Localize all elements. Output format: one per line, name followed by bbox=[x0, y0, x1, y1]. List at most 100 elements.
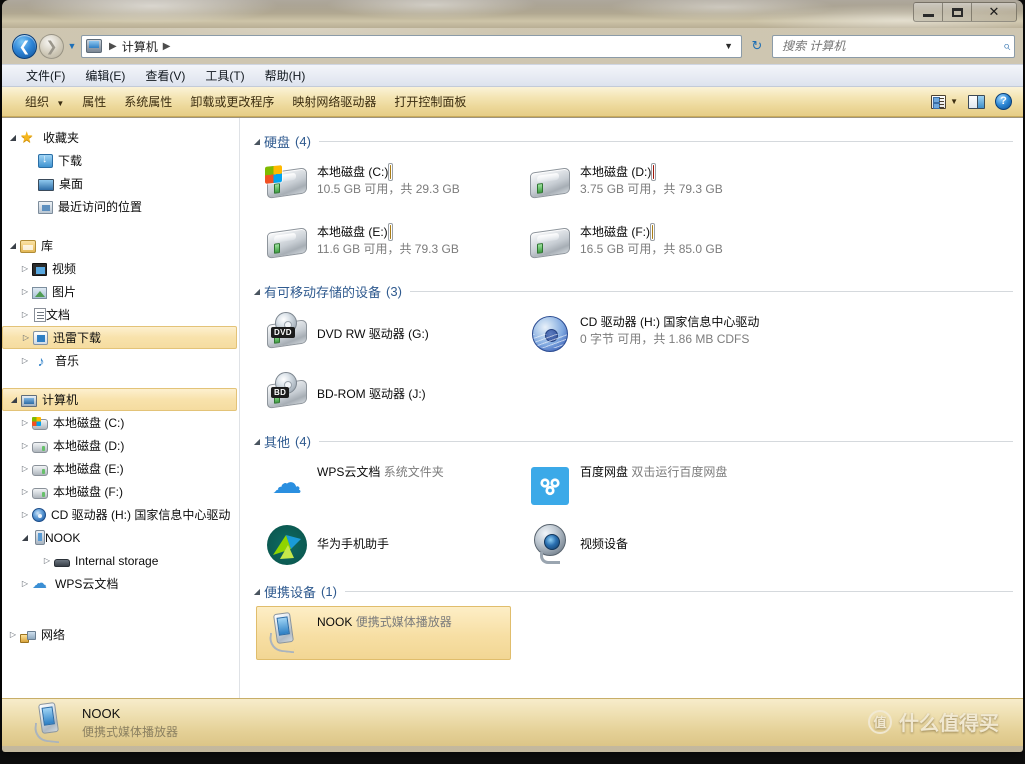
close-button[interactable]: ✕ bbox=[971, 2, 1017, 22]
item-subtitle: 系统文件夹 bbox=[383, 465, 444, 479]
recent-locations-button[interactable]: ▼ bbox=[65, 41, 79, 51]
expander-icon[interactable]: ▷ bbox=[18, 264, 32, 273]
sidebar-label: 网络 bbox=[41, 628, 66, 642]
menu-item-edit[interactable]: 编辑(E) bbox=[75, 65, 135, 86]
help-button[interactable]: ? bbox=[990, 91, 1017, 112]
expander-icon[interactable]: ▷ bbox=[19, 333, 33, 342]
sidebar-item-drive-d[interactable]: ▷ 本地磁盘 (D:) bbox=[2, 434, 239, 457]
expander-open-icon[interactable]: ◢ bbox=[250, 437, 264, 446]
refresh-button[interactable]: ↻ bbox=[746, 35, 768, 58]
group-header-other[interactable]: ◢ 其他 (4) bbox=[250, 430, 1023, 452]
open-control-panel-button[interactable]: 打开控制面板 bbox=[385, 89, 475, 114]
sidebar-label: CD 驱动器 (H:) 国家信息中心驱动 bbox=[51, 508, 231, 522]
internal-storage-icon bbox=[54, 559, 70, 567]
expander-icon[interactable]: ▷ bbox=[18, 418, 32, 427]
sidebar-item-libraries[interactable]: ◢ 库 bbox=[2, 234, 239, 257]
device-tile-nook[interactable]: NOOK 便携式媒体播放器 bbox=[256, 606, 511, 660]
sidebar-item-music[interactable]: ▷ 音乐 bbox=[2, 349, 239, 372]
properties-button[interactable]: 属性 bbox=[73, 89, 115, 114]
menu-item-view[interactable]: 查看(V) bbox=[135, 65, 195, 86]
show-preview-pane-button[interactable] bbox=[963, 93, 990, 111]
portable-device-icon bbox=[35, 530, 45, 545]
expander-open-icon[interactable]: ◢ bbox=[6, 133, 20, 142]
sidebar-item-computer[interactable]: ◢ 计算机 bbox=[2, 388, 237, 411]
expander-icon[interactable]: ▷ bbox=[40, 556, 54, 565]
drive-name: 本地磁盘 (D:) bbox=[580, 165, 652, 179]
expander-icon[interactable]: ▷ bbox=[18, 464, 32, 473]
sidebar-item-videos[interactable]: ▷ 视频 bbox=[2, 257, 239, 280]
file-list-pane[interactable]: ◢ 硬盘 (4) 本地磁盘 (C:) 10.5 GB 可用，共 29.3 GB … bbox=[240, 118, 1023, 698]
expander-icon[interactable]: ▷ bbox=[18, 287, 32, 296]
drive-tile-bdrom-j[interactable]: BD BD-ROM 驱动器 (J:) bbox=[256, 366, 511, 420]
group-items-portable-devices: NOOK 便携式媒体播放器 bbox=[248, 606, 1023, 666]
system-properties-button[interactable]: 系统属性 bbox=[115, 89, 181, 114]
expander-open-icon[interactable]: ◢ bbox=[250, 587, 264, 596]
address-dropdown-icon[interactable]: ▼ bbox=[718, 41, 739, 51]
sidebar-item-recent-places[interactable]: ▷ 最近访问的位置 bbox=[2, 195, 239, 218]
sidebar-item-drive-c[interactable]: ▷ 本地磁盘 (C:) bbox=[2, 411, 239, 434]
sidebar-item-internal-storage[interactable]: ▷ Internal storage bbox=[2, 549, 239, 572]
hdd-icon bbox=[526, 162, 574, 204]
drive-tile-f[interactable]: 本地磁盘 (F:) 16.5 GB 可用，共 85.0 GB bbox=[519, 216, 774, 270]
expander-open-icon[interactable]: ◢ bbox=[250, 287, 264, 296]
item-tile-baidu-netdisk[interactable]: 百度网盘 双击运行百度网盘 bbox=[519, 456, 774, 510]
breadcrumb-separator-icon-2[interactable]: ▶ bbox=[158, 41, 176, 52]
search-box[interactable]: ⌕ bbox=[772, 34, 1015, 58]
expander-open-icon[interactable]: ◢ bbox=[18, 533, 32, 542]
drive-tile-dvd-g[interactable]: DVD DVD RW 驱动器 (G:) bbox=[256, 306, 511, 360]
breadcrumb-bar[interactable]: ▶ 计算机 ▶ ▼ bbox=[81, 34, 742, 58]
menu-item-file[interactable]: 文件(F) bbox=[16, 65, 75, 86]
drive-tile-c[interactable]: 本地磁盘 (C:) 10.5 GB 可用，共 29.3 GB bbox=[256, 156, 511, 210]
sidebar-item-downloads[interactable]: ▷ 下载 bbox=[2, 149, 239, 172]
sidebar-item-nook[interactable]: ◢ NOOK bbox=[2, 526, 239, 549]
expander-icon[interactable]: ▷ bbox=[18, 487, 32, 496]
sidebar-label: 最近访问的位置 bbox=[58, 200, 143, 214]
expander-icon[interactable]: ▷ bbox=[18, 510, 32, 519]
item-tile-wps-cloud[interactable]: ☁ WPS云文档 系统文件夹 bbox=[256, 456, 511, 510]
expander-icon[interactable]: ▷ bbox=[18, 579, 32, 588]
sidebar-item-drive-f[interactable]: ▷ 本地磁盘 (F:) bbox=[2, 480, 239, 503]
expander-open-icon[interactable]: ◢ bbox=[6, 241, 20, 250]
expander-open-icon[interactable]: ◢ bbox=[7, 395, 21, 404]
change-view-button[interactable]: ▼ bbox=[926, 93, 963, 111]
sidebar-item-favorites[interactable]: ◢ 收藏夹 bbox=[2, 126, 239, 149]
sidebar-item-wps-cloud[interactable]: ▷ WPS云文档 bbox=[2, 572, 239, 595]
minimize-button[interactable] bbox=[913, 2, 942, 22]
sidebar-item-drive-e[interactable]: ▷ 本地磁盘 (E:) bbox=[2, 457, 239, 480]
menu-item-tools[interactable]: 工具(T) bbox=[195, 65, 254, 86]
sidebar-item-xunlei-download[interactable]: ▷ 迅雷下载 bbox=[2, 326, 237, 349]
navigation-pane[interactable]: ◢ 收藏夹 ▷ 下载 ▷ 桌面 ▷ 最近访问的位置 bbox=[2, 118, 240, 698]
group-header-hard-disks[interactable]: ◢ 硬盘 (4) bbox=[250, 130, 1023, 152]
sidebar-item-documents[interactable]: ▷ 文档 bbox=[2, 303, 239, 326]
sidebar-item-desktop[interactable]: ▷ 桌面 bbox=[2, 172, 239, 195]
capacity-gauge bbox=[387, 223, 393, 241]
drive-icon bbox=[32, 487, 48, 499]
expander-icon[interactable]: ▷ bbox=[18, 310, 32, 319]
search-input[interactable] bbox=[780, 38, 1003, 54]
expander-icon[interactable]: ▷ bbox=[6, 630, 20, 639]
forward-button[interactable]: ❯ bbox=[39, 33, 64, 59]
drive-tile-cd-h[interactable]: CD 驱动器 (H:) 国家信息中心驱动 0 字节 可用，共 1.86 MB C… bbox=[519, 306, 774, 360]
group-header-portable-devices[interactable]: ◢ 便携设备 (1) bbox=[250, 580, 1023, 602]
item-tile-video-device[interactable]: 视频设备 bbox=[519, 516, 774, 570]
map-network-drive-button[interactable]: 映射网络驱动器 bbox=[283, 89, 385, 114]
breadcrumb-item-computer[interactable]: 计算机 bbox=[122, 38, 158, 55]
capacity-gauge-fill bbox=[652, 225, 653, 239]
sidebar-item-pictures[interactable]: ▷ 图片 bbox=[2, 280, 239, 303]
drive-tile-d[interactable]: 本地磁盘 (D:) 3.75 GB 可用，共 79.3 GB bbox=[519, 156, 774, 210]
group-header-removable-storage[interactable]: ◢ 有可移动存储的设备 (3) bbox=[250, 280, 1023, 302]
drive-tile-e[interactable]: 本地磁盘 (E:) 11.6 GB 可用，共 79.3 GB bbox=[256, 216, 511, 270]
maximize-button[interactable] bbox=[942, 2, 971, 22]
menu-item-help[interactable]: 帮助(H) bbox=[255, 65, 316, 86]
group-divider bbox=[344, 590, 1013, 592]
organize-button[interactable]: 组织 ▼ bbox=[16, 89, 73, 114]
expander-icon[interactable]: ▷ bbox=[18, 441, 32, 450]
sidebar-label: 文档 bbox=[46, 308, 71, 322]
uninstall-program-button[interactable]: 卸载或更改程序 bbox=[181, 89, 283, 114]
sidebar-item-cd-drive-h[interactable]: ▷ CD 驱动器 (H:) 国家信息中心驱动 bbox=[2, 503, 239, 526]
back-button[interactable]: ❮ bbox=[12, 33, 37, 59]
sidebar-item-network[interactable]: ▷ 网络 bbox=[2, 623, 239, 646]
expander-icon[interactable]: ▷ bbox=[18, 356, 32, 365]
item-tile-huawei-assistant[interactable]: 华为手机助手 bbox=[256, 516, 511, 570]
expander-open-icon[interactable]: ◢ bbox=[250, 137, 264, 146]
